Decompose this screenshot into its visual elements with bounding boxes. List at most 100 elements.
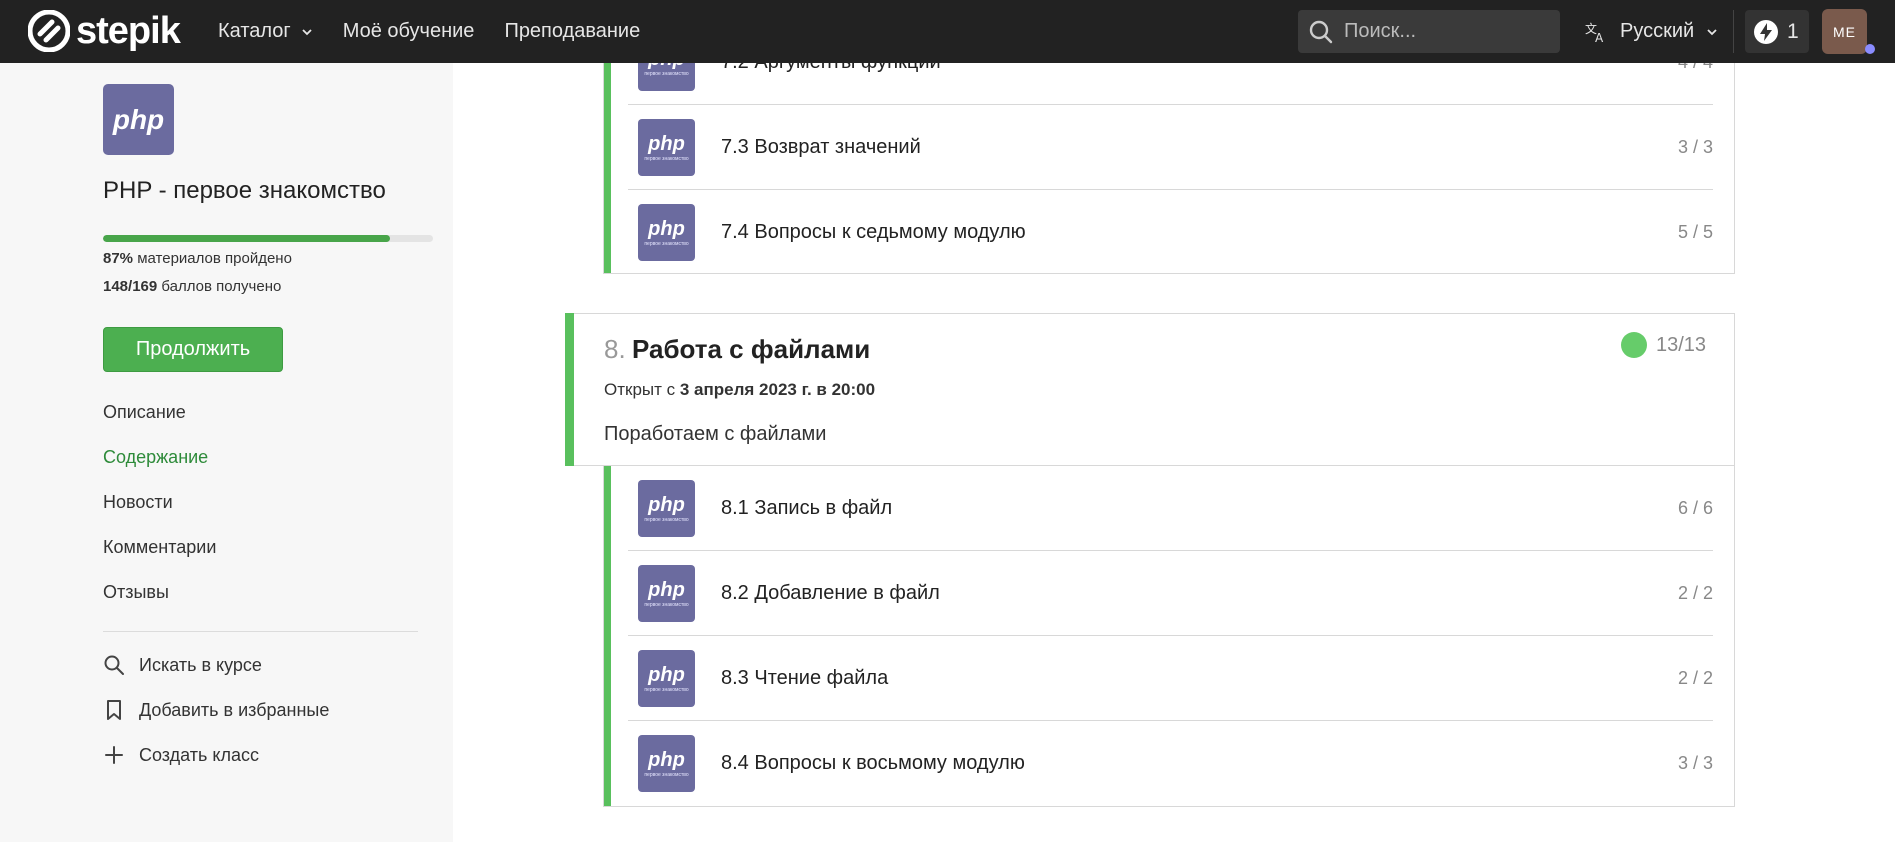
user-avatar[interactable]: ME [1822, 9, 1867, 54]
points-value: 148/169 [103, 278, 158, 295]
module-progress-bar [565, 313, 574, 466]
stepik-logo-icon [28, 10, 70, 52]
lesson-row[interactable]: php первое знакомство 7.4 Вопросы к седьм… [628, 190, 1713, 275]
top-navbar: stepik Каталог Моё обучение Преподавание… [0, 0, 1895, 63]
lesson-score: 3 / 3 [1677, 137, 1713, 157]
points-suffix: баллов получено [157, 278, 282, 295]
chevron-down-icon [302, 28, 312, 35]
lesson-row[interactable]: php первое знакомство 8.3 Чтение файла 2 … [628, 636, 1713, 721]
lesson-thumbnail: phpпервое знакомство [638, 565, 695, 622]
thumb-main-text: php [648, 493, 685, 516]
lesson-title: 8.4 Вопросы к восьмому модулю [721, 752, 1025, 774]
search-icon [1309, 20, 1333, 43]
thumb-sub-text: первое знакомство [644, 601, 689, 608]
language-selector[interactable]: 文 A Русский [1584, 0, 1718, 63]
nav-teaching-label: Преподавание [504, 20, 641, 42]
search-in-course-action[interactable]: Искать в курсе [103, 654, 262, 676]
sidebar-link-comments[interactable]: Комментарии [103, 537, 216, 558]
logo-text: stepik [76, 10, 181, 52]
lesson-title: 8.2 Добавление в файл [721, 582, 940, 604]
search-icon [104, 655, 124, 675]
thumb-sub-text: первое знакомство [644, 686, 689, 693]
nav-teaching[interactable]: Преподавание [504, 20, 640, 43]
add-to-favorites-label: Добавить в избранные [139, 699, 330, 720]
nav-catalog[interactable]: Каталог [218, 20, 313, 43]
module-7-lesson-list: phpпервое знакомство 7.2 Аргументы функц… [603, 34, 1735, 275]
nav-catalog-label: Каталог [218, 20, 291, 42]
lesson-score: 2 / 2 [1677, 668, 1713, 688]
lesson-row[interactable]: php первое знакомство 7.3 Возврат значени… [628, 105, 1713, 190]
materials-stat: 87% материалов пройдено [103, 250, 292, 267]
thumb-main-text: php [648, 217, 685, 240]
module-progress-bar [604, 36, 611, 273]
module-complete-indicator [1621, 332, 1647, 358]
sidebar-divider [103, 631, 418, 632]
lesson-thumbnail: phpпервое знакомство [638, 735, 695, 792]
bookmark-icon [107, 700, 121, 720]
lesson-thumbnail: phpпервое знакомство [638, 480, 695, 537]
open-prefix: Открыт с [604, 380, 680, 399]
energy-counter[interactable]: 1 [1745, 10, 1809, 53]
lesson-title: 8.1 Запись в файл [721, 497, 893, 519]
chevron-down-icon [1707, 28, 1717, 35]
sidebar-link-news[interactable]: Новости [103, 492, 173, 513]
thumb-sub-text: первое знакомство [644, 155, 689, 162]
nav-my-learning-label: Моё обучение [342, 20, 475, 42]
course-title: PHP - первое знакомство [103, 177, 386, 204]
points-stat: 148/169 баллов получено [103, 278, 281, 295]
plus-icon [105, 746, 123, 764]
lesson-thumbnail: phpпервое знакомство [638, 650, 695, 707]
module-8-lesson-list: php первое знакомство 8.1 Запись в файл 6… [603, 466, 1735, 807]
module-title: Работа с файлами [632, 334, 871, 364]
energy-count: 1 [1787, 19, 1799, 43]
thumb-main-text: php [648, 578, 685, 601]
lightning-icon [1754, 19, 1778, 44]
module-score: 13/13 [1656, 334, 1707, 356]
course-progress-fill [103, 235, 391, 242]
svg-text:A: A [1595, 31, 1604, 44]
lesson-score: 6 / 6 [1677, 498, 1713, 518]
lesson-score: 2 / 2 [1677, 583, 1713, 603]
create-class-label: Создать класс [139, 744, 259, 765]
create-class-action[interactable]: Создать класс [103, 744, 259, 766]
avatar-initials: ME [1833, 23, 1856, 40]
lesson-thumbnail: phpпервое знакомство [638, 204, 695, 261]
continue-button[interactable]: Продолжить [103, 327, 283, 372]
thumb-main-text: php [648, 132, 685, 155]
materials-suffix: материалов пройдено [133, 250, 292, 267]
thumb-sub-text: первое знакомство [644, 240, 689, 247]
thumb-main-text: php [648, 663, 685, 686]
sidebar-link-description[interactable]: Описание [103, 402, 186, 423]
module-number: 8. [604, 334, 626, 364]
module-description: Поработаем с файлами [604, 423, 827, 445]
sidebar-link-reviews[interactable]: Отзывы [103, 582, 169, 603]
language-label: Русский [1620, 20, 1695, 42]
module-progress-bar [604, 466, 611, 806]
thumb-main-text: php [648, 748, 685, 771]
add-to-favorites-action[interactable]: Добавить в избранные [103, 699, 329, 721]
lesson-row[interactable]: php первое знакомство 8.1 Запись в файл 6… [628, 466, 1713, 551]
module-8-header[interactable]: 8. Работа с файлами Открыт с 3 апреля 20… [565, 313, 1735, 466]
thumb-sub-text: первое знакомство [644, 771, 689, 778]
course-logo: php [103, 84, 174, 155]
lesson-thumbnail: phpпервое знакомство [638, 119, 695, 176]
lesson-row[interactable]: php первое знакомство 8.4 Вопросы к восьм… [628, 721, 1713, 806]
lesson-row[interactable]: php первое знакомство 8.2 Добавление в фа… [628, 551, 1713, 636]
thumb-sub-text: первое знакомство [644, 70, 689, 77]
nav-my-learning[interactable]: Моё обучение [343, 20, 475, 43]
search-in-course-label: Искать в курсе [139, 654, 262, 675]
stepik-logo[interactable]: stepik [28, 10, 181, 52]
open-date: 3 апреля 2023 г. в 20:00 [679, 380, 876, 399]
lesson-title: 7.3 Возврат значений [721, 136, 921, 158]
course-progress-bar [103, 235, 433, 242]
module-open-date: Открыт с 3 апреля 2023 г. в 20:00 [604, 380, 875, 400]
translate-icon: 文 A [1585, 21, 1604, 44]
lesson-title: 8.3 Чтение файла [721, 667, 889, 689]
main-nav: Каталог Моё обучение Преподавание [218, 0, 670, 63]
sidebar-link-contents[interactable]: Содержание [103, 447, 208, 468]
search-input[interactable] [1344, 20, 1544, 43]
lesson-score: 5 / 5 [1677, 222, 1713, 242]
thumb-sub-text: первое знакомство [644, 516, 689, 523]
search-box[interactable] [1298, 10, 1560, 53]
navbar-divider [1733, 10, 1734, 53]
